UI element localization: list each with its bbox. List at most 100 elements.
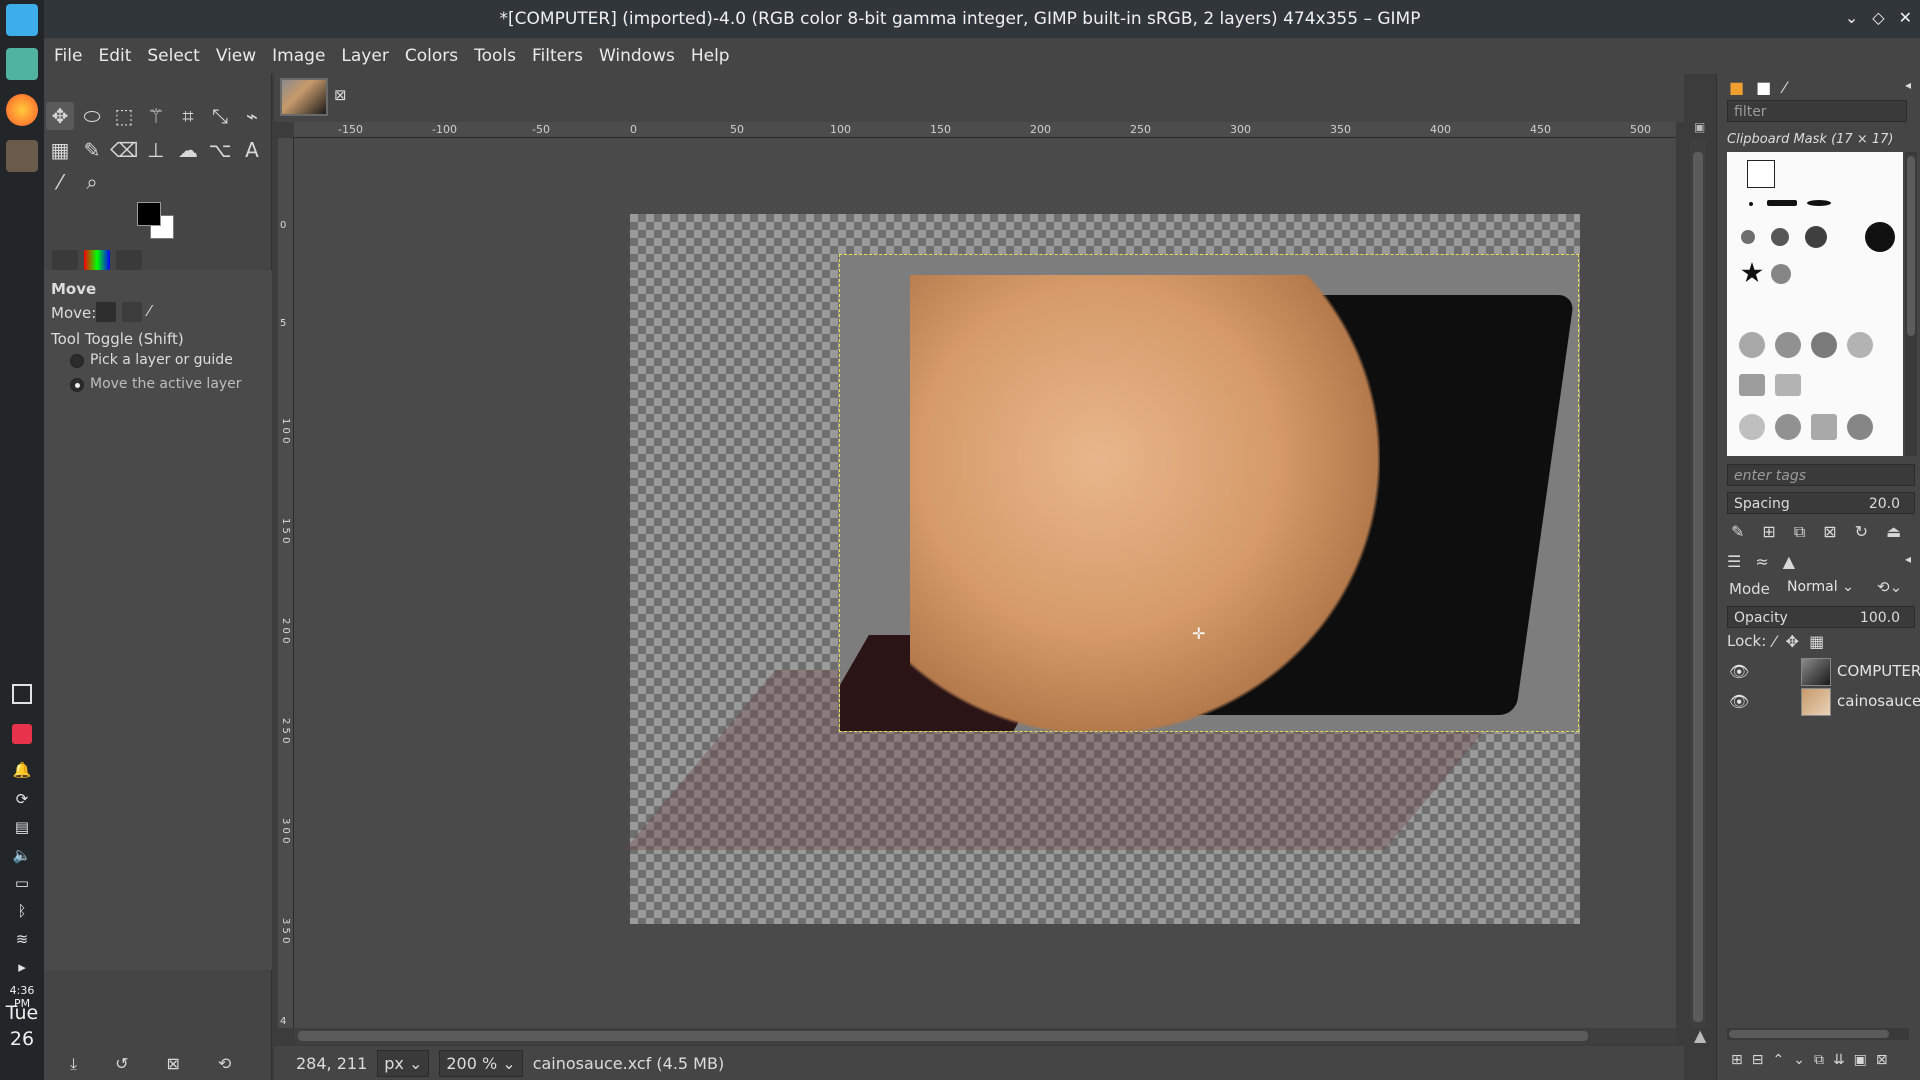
scale-icon[interactable]: ⤡	[206, 102, 234, 130]
close-icon[interactable]: ✕	[1899, 8, 1912, 27]
zoom-to-fit-icon[interactable]: ▣	[1694, 120, 1705, 134]
battery-icon[interactable]: ▭	[12, 873, 32, 893]
channels-tab-icon[interactable]: ≈	[1755, 552, 1768, 571]
brush-item[interactable]	[1739, 332, 1765, 358]
pointer-tab-icon[interactable]	[116, 250, 142, 270]
new-group-icon[interactable]: ⊟	[1752, 1052, 1764, 1068]
reset-icon[interactable]: ⟲	[218, 1054, 231, 1074]
lock-pixels-icon[interactable]: ⁄	[1773, 632, 1776, 651]
brush-item[interactable]	[1771, 228, 1789, 246]
patterns-tab-icon[interactable]: ■	[1756, 78, 1771, 97]
move-layer-icon[interactable]	[96, 302, 116, 322]
menu-image[interactable]: Image	[272, 46, 325, 66]
crop-icon[interactable]: ⌗	[174, 102, 202, 130]
layer-row[interactable]: 👁 cainosauce	[1729, 688, 1920, 716]
brush-item[interactable]	[1847, 414, 1873, 440]
scroll-thumb[interactable]	[1907, 156, 1915, 336]
delete-layer-icon[interactable]: ⊠	[1876, 1052, 1888, 1068]
brush-item[interactable]	[1771, 264, 1791, 284]
gradient-icon[interactable]: ▦	[46, 136, 74, 164]
paths-tab-icon[interactable]: ▲	[1783, 552, 1795, 571]
notifications-icon[interactable]: 🔔	[12, 760, 32, 780]
delete-brush-icon[interactable]: ⊠	[1823, 522, 1836, 542]
zoom-icon[interactable]: ⌕	[78, 168, 106, 196]
menu-help[interactable]: Help	[691, 46, 730, 66]
clone-icon[interactable]: ⊥	[142, 136, 170, 164]
brush-item[interactable]	[1811, 332, 1837, 358]
merge-layer-icon[interactable]: ⇊	[1833, 1052, 1845, 1068]
duplicate-brush-icon[interactable]: ⧉	[1794, 522, 1805, 542]
save-preset-icon[interactable]: ⤓	[70, 1054, 77, 1074]
visibility-icon[interactable]: 👁	[1729, 692, 1749, 711]
brush-filter-input[interactable]: filter	[1727, 100, 1907, 122]
fuzzy-select-icon[interactable]: ⚚	[142, 102, 170, 130]
layers-tab-icon[interactable]: ☰	[1727, 552, 1741, 571]
fonts-tab-icon[interactable]: ⁄	[1783, 78, 1786, 97]
active-layer-image[interactable]	[839, 254, 1579, 732]
brush-item[interactable]	[1775, 414, 1801, 440]
color-picker-icon[interactable]: ⁄	[46, 168, 74, 196]
brush-item[interactable]	[1805, 226, 1827, 248]
image-tab-thumbnail[interactable]	[280, 78, 328, 116]
clipboard-icon[interactable]: ▤	[12, 817, 32, 837]
text-icon[interactable]: A	[238, 136, 266, 164]
updates-icon[interactable]: ⟳	[12, 789, 32, 809]
wifi-icon[interactable]: ≋	[12, 929, 32, 949]
brush-item[interactable]	[1775, 374, 1801, 396]
foreground-color[interactable]	[137, 202, 161, 226]
radio-move-active[interactable]	[70, 378, 84, 392]
files-icon[interactable]	[6, 48, 38, 80]
lock-alpha-icon[interactable]: ▦	[1809, 632, 1824, 651]
brush-item[interactable]	[1807, 200, 1831, 206]
brush-tags-input[interactable]: enter tags	[1727, 464, 1915, 486]
brush-grid[interactable]	[1727, 152, 1903, 456]
scroll-thumb[interactable]	[1729, 1030, 1889, 1038]
tool-options-tab-icon[interactable]	[52, 250, 78, 270]
brush-item[interactable]	[1811, 414, 1837, 440]
brush-item[interactable]	[1741, 230, 1755, 244]
raise-layer-icon[interactable]: ⌃	[1772, 1052, 1784, 1068]
opacity-slider[interactable]: Opacity 100.0	[1727, 606, 1915, 628]
launcher-icon[interactable]	[6, 4, 38, 36]
radio-pick-layer[interactable]	[70, 354, 84, 368]
warp-icon[interactable]: ⌁	[238, 102, 266, 130]
firefox-icon[interactable]	[6, 94, 38, 126]
volume-icon[interactable]: 🔈	[12, 845, 32, 865]
horizontal-scrollbar[interactable]	[294, 1028, 1676, 1044]
move-icon[interactable]: ✥	[46, 102, 74, 130]
menu-file[interactable]: File	[54, 46, 82, 66]
brush-star[interactable]	[1741, 262, 1763, 283]
unit-select[interactable]: px ⌄	[377, 1049, 430, 1077]
brush-item[interactable]	[1775, 332, 1801, 358]
eraser-icon[interactable]: ⌫	[110, 136, 138, 164]
gimp-icon[interactable]	[6, 140, 38, 172]
new-layer-icon[interactable]: ⊞	[1731, 1052, 1743, 1068]
mode-reset-icon[interactable]: ⟲⌄	[1877, 578, 1902, 596]
vertical-scrollbar[interactable]	[1690, 138, 1706, 1028]
free-select-icon[interactable]: ⬚	[110, 102, 138, 130]
move-selection-icon[interactable]	[122, 302, 142, 322]
brush-item[interactable]	[1749, 202, 1753, 206]
delete-icon[interactable]: ⊠	[166, 1054, 179, 1074]
palette-tab-icon[interactable]	[84, 250, 110, 270]
rectangle-icon[interactable]	[12, 684, 32, 704]
visibility-icon[interactable]: 👁	[1729, 662, 1749, 681]
close-tab-icon[interactable]: ⊠	[334, 86, 347, 104]
brush-item[interactable]	[1865, 222, 1895, 252]
lock-position-icon[interactable]: ✥	[1786, 632, 1799, 651]
scroll-thumb[interactable]	[298, 1031, 1588, 1041]
lower-layer-icon[interactable]: ⌄	[1793, 1052, 1805, 1068]
brushes-tab-icon[interactable]: ■	[1729, 78, 1744, 97]
menu-windows[interactable]: Windows	[599, 46, 675, 66]
bag-icon[interactable]	[12, 724, 32, 744]
minimize-icon[interactable]: ⌄	[1845, 8, 1858, 27]
spacing-slider[interactable]: Spacing 20.0	[1727, 492, 1915, 514]
brush-item[interactable]	[1847, 332, 1873, 358]
menu-colors[interactable]: Colors	[405, 46, 458, 66]
panel-menu-icon[interactable]: ◂	[1905, 552, 1911, 566]
menu-filters[interactable]: Filters	[532, 46, 583, 66]
move-path-icon[interactable]: ⁄	[148, 302, 151, 320]
brush-clipboard[interactable]	[1747, 160, 1775, 188]
expand-icon[interactable]: ▸	[12, 957, 32, 977]
bluetooth-icon[interactable]: ᛒ	[12, 901, 32, 921]
